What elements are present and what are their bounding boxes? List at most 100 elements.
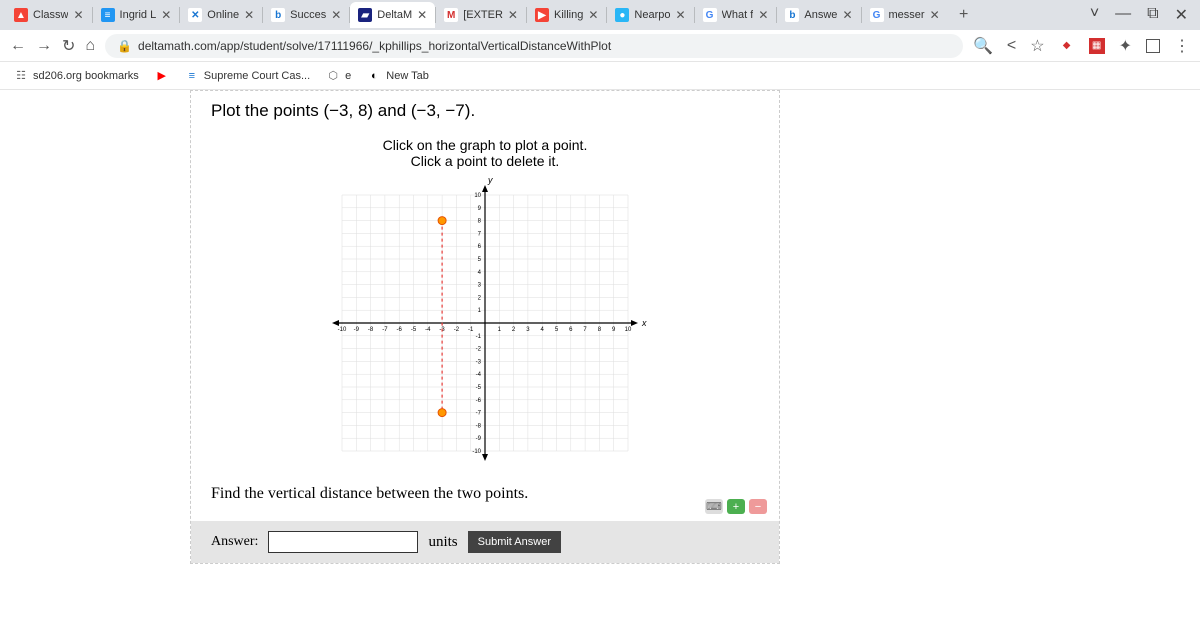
back-button[interactable]: ← [10,37,26,55]
close-window-icon[interactable]: ✕ [1175,5,1188,25]
svg-text:-7: -7 [476,411,482,417]
answer-bar: ⌨ + − Answer: units Submit Answer [191,521,779,563]
tab-title: Answe [804,9,837,21]
reload-button[interactable]: ↻ [62,36,75,56]
coordinate-plane[interactable]: -10-9-8-7-6-5-4-3-2-112345678910-10-9-8-… [320,173,650,473]
svg-text:-8: -8 [476,423,482,429]
close-icon[interactable]: ✕ [161,8,171,22]
tab-title: Nearpo [634,9,670,21]
browser-tab[interactable]: ● Nearpo ✕ [607,2,693,28]
omnibox[interactable]: 🔒 deltamath.com/app/student/solve/171119… [105,34,963,58]
close-icon[interactable]: ✕ [508,8,518,22]
search-icon[interactable]: 🔍 [973,36,993,56]
graph-instructions: Click on the graph to plot a point. Clic… [191,137,779,169]
close-icon[interactable]: ✕ [758,8,768,22]
svg-text:4: 4 [478,270,482,276]
share-icon[interactable]: < [1007,37,1016,55]
svg-text:2: 2 [478,295,482,301]
svg-text:9: 9 [478,206,482,212]
account-icon[interactable] [1146,39,1160,53]
bookmark-item[interactable]: ☷sd206.org bookmarks [14,69,139,83]
answer-input[interactable] [268,531,418,553]
browser-tab[interactable]: ✕Online✕ [180,2,262,28]
svg-text:2: 2 [512,327,516,333]
question-text: Find the vertical distance between the t… [191,473,779,521]
tab-title: What f [722,9,754,21]
browser-tab[interactable]: ▰DeltaM✕ [350,2,435,28]
decrease-button[interactable]: − [749,499,767,514]
plotted-point[interactable] [438,217,446,225]
browser-tab[interactable]: ▲Classw✕ [6,2,92,28]
tab-title: Ingrid L [120,9,157,21]
tab-title: Killing [554,9,583,21]
chevron-down-icon[interactable]: ˅ [1090,5,1099,25]
keyboard-icon[interactable]: ⌨ [705,499,723,514]
answer-float-controls: ⌨ + − [705,499,767,514]
problem-panel: Plot the points (−3, 8) and (−3, −7). Cl… [190,90,780,564]
svg-text:x: x [641,318,647,328]
svg-text:5: 5 [555,327,559,333]
svg-text:-4: -4 [425,327,431,333]
plotted-point[interactable] [438,409,446,417]
close-icon[interactable]: ✕ [73,8,83,22]
favicon-icon: G [870,8,884,22]
browser-tab[interactable]: M [EXTER ✕ [436,2,526,28]
bookmark-label: e [345,70,351,82]
svg-text:-9: -9 [476,436,482,442]
bookmark-item[interactable]: ▶ [155,69,169,83]
svg-text:3: 3 [478,283,482,289]
close-icon[interactable]: ✕ [675,8,685,22]
graph-container[interactable]: -10-9-8-7-6-5-4-3-2-112345678910-10-9-8-… [191,173,779,473]
svg-text:-2: -2 [454,327,460,333]
browser-tab[interactable]: Gmesser✕ [862,2,948,28]
close-icon[interactable]: ✕ [331,8,341,22]
increase-button[interactable]: + [727,499,745,514]
browser-tab[interactable]: ≡Ingrid L✕ [93,2,180,28]
bookmark-icon: ⬡ [326,69,340,83]
favicon-icon: ● [615,8,629,22]
submit-answer-button[interactable]: Submit Answer [468,531,561,553]
favicon-icon: b [785,8,799,22]
answer-label: Answer: [211,534,258,550]
svg-text:y: y [487,175,493,185]
browser-tab[interactable]: ▶Killing✕ [527,2,606,28]
bookmark-icon: ☷ [14,69,28,83]
close-icon[interactable]: ✕ [417,8,427,22]
extensions-icon[interactable]: ✦ [1119,36,1132,56]
close-icon[interactable]: ✕ [244,8,254,22]
tab-title: [EXTER [463,9,503,21]
close-icon[interactable]: ✕ [930,8,940,22]
close-icon[interactable]: ✕ [842,8,852,22]
browser-tab[interactable]: GWhat f✕ [695,2,777,28]
bookmark-item[interactable]: ◐New Tab [367,69,429,83]
minimize-icon[interactable]: — [1115,5,1131,25]
svg-text:10: 10 [474,193,481,199]
new-tab-button[interactable]: + [952,3,976,27]
svg-text:-10: -10 [472,449,481,455]
menu-icon[interactable]: ⋮ [1174,36,1190,56]
svg-text:1: 1 [478,308,482,314]
extension-2-icon[interactable]: ▦ [1089,38,1105,54]
svg-text:-4: -4 [476,372,482,378]
svg-text:6: 6 [478,244,482,250]
bookmark-item[interactable]: ≡Supreme Court Cas... [185,69,310,83]
bookmark-label: New Tab [386,70,429,82]
svg-text:-6: -6 [397,327,403,333]
browser-tab[interactable]: b Answe ✕ [777,2,860,28]
svg-text:3: 3 [526,327,530,333]
tab-title: Online [207,9,239,21]
favicon-icon: ▰ [358,8,372,22]
svg-text:6: 6 [569,327,573,333]
bookmark-star-icon[interactable]: ☆ [1030,36,1044,56]
forward-button[interactable]: → [36,37,52,55]
svg-text:10: 10 [625,327,632,333]
browser-tab[interactable]: bSucces✕ [263,2,349,28]
maximize-icon[interactable]: ⧉ [1147,5,1158,25]
bookmark-item[interactable]: ⬡e [326,69,351,83]
extension-1-icon[interactable]: ◆ [1059,38,1075,54]
home-button[interactable]: ⌂ [85,37,95,55]
close-icon[interactable]: ✕ [588,8,598,22]
favicon-icon: M [444,8,458,22]
svg-text:1: 1 [498,327,502,333]
svg-text:-1: -1 [476,334,482,340]
